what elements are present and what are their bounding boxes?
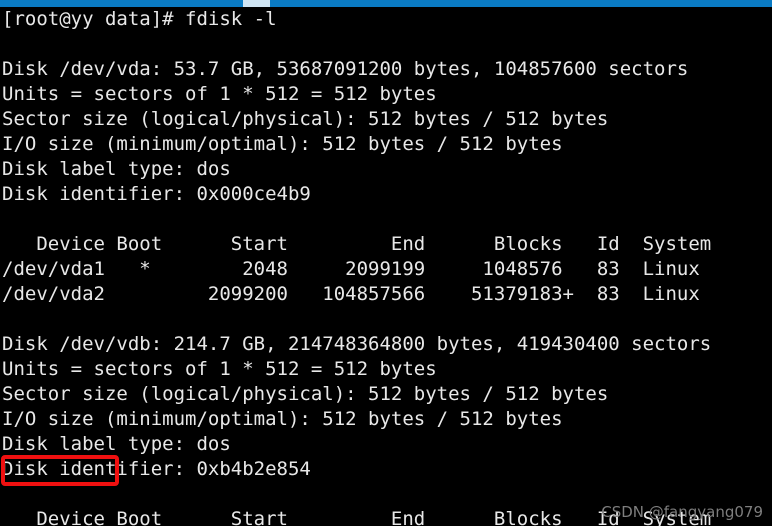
titlebar-left-segment	[0, 0, 243, 7]
watermark-text: CSDN @fangyang079	[601, 503, 763, 521]
window-titlebar[interactable]	[0, 0, 772, 7]
titlebar-active-tab-indicator[interactable]	[243, 0, 270, 7]
terminal-line-command: [root@yy data]# fdisk -l	[2, 8, 277, 30]
terminal-line-vdb-io-size: I/O size (minimum/optimal): 512 bytes / …	[2, 408, 563, 430]
terminal-line-vdb-label-type: Disk label type: dos	[2, 433, 231, 455]
terminal-line-vdb-disk: Disk /dev/vdb: 214.7 GB, 214748364800 by…	[2, 333, 712, 355]
terminal-line-vda-identifier: Disk identifier: 0x000ce4b9	[2, 183, 311, 205]
terminal-line-vda-label-type: Disk label type: dos	[2, 158, 231, 180]
terminal-line-vda-units: Units = sectors of 1 * 512 = 512 bytes	[2, 83, 437, 105]
terminal-line-vda-sector-size: Sector size (logical/physical): 512 byte…	[2, 108, 609, 130]
partition-table-header-vda: Device Boot Start End Blocks Id System	[2, 233, 712, 255]
terminal-line-vda-io-size: I/O size (minimum/optimal): 512 bytes / …	[2, 133, 563, 155]
partition-row-vda1: /dev/vda1 * 2048 2099199 1048576 83 Linu…	[2, 258, 700, 280]
terminal-screen[interactable]: [root@yy data]# fdisk -l Disk /dev/vda: …	[0, 7, 772, 526]
partition-row-vda2: /dev/vda2 2099200 104857566 51379183+ 83…	[2, 283, 700, 305]
terminal-window: [root@yy data]# fdisk -l Disk /dev/vda: …	[0, 0, 772, 526]
terminal-line-vdb-units: Units = sectors of 1 * 512 = 512 bytes	[2, 358, 437, 380]
terminal-line-vdb-sector-size: Sector size (logical/physical): 512 byte…	[2, 383, 609, 405]
terminal-line-vdb-identifier: Disk identifier: 0xb4b2e854	[2, 458, 311, 480]
titlebar-right-segment	[270, 0, 772, 7]
terminal-line-vda-disk: Disk /dev/vda: 53.7 GB, 53687091200 byte…	[2, 58, 689, 80]
